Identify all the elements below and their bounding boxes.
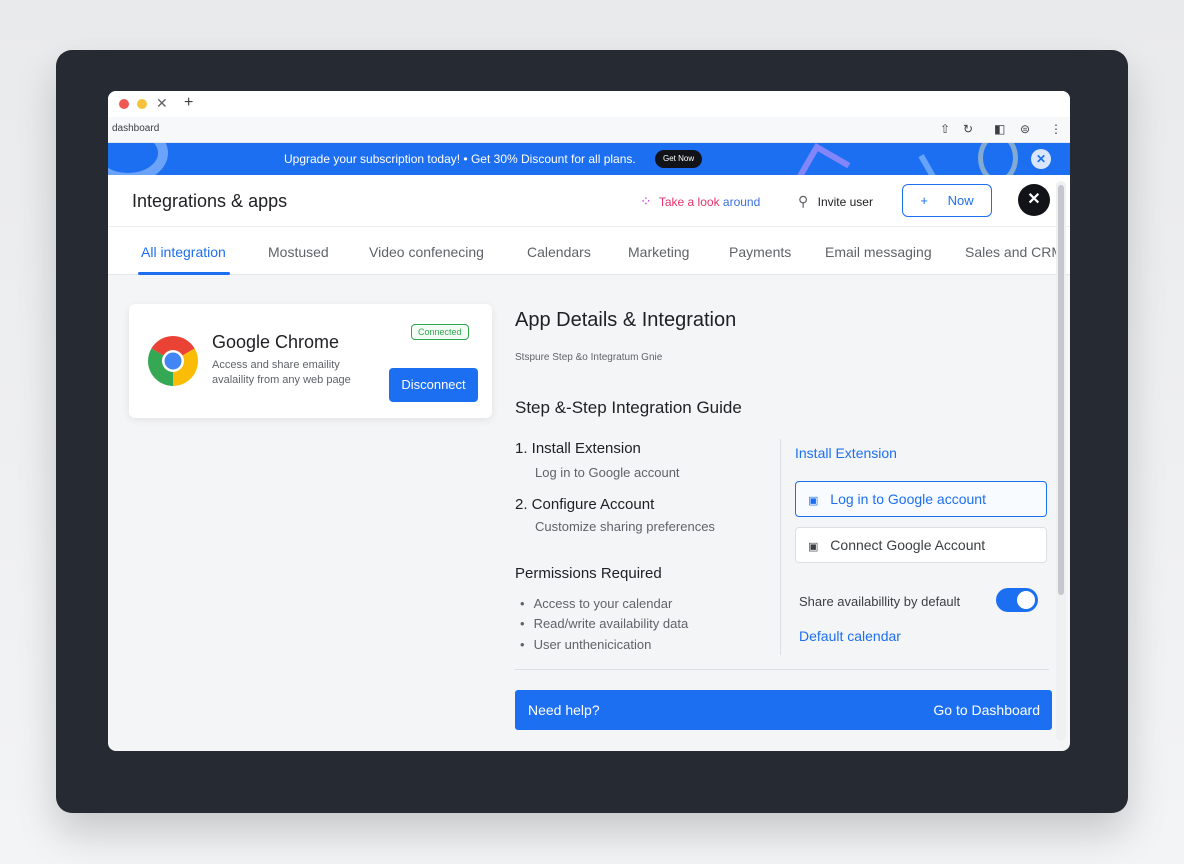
extensions-icon[interactable]: ⊜ — [1020, 121, 1030, 137]
permissions-title: Permissions Required — [515, 565, 662, 582]
invite-user-label: Invite user — [817, 195, 873, 209]
guide-title: Step &-Step Integration Guide — [515, 398, 742, 417]
disconnect-button[interactable]: Disconnect — [389, 368, 478, 402]
take-a-look-around-link[interactable]: ⁘ Take a look around — [640, 193, 760, 210]
status-badge: Connected — [411, 324, 469, 340]
share-availability-toggle[interactable] — [996, 588, 1038, 612]
tour-label-part2: around — [722, 195, 761, 209]
new-tab-icon[interactable]: + — [184, 94, 193, 112]
scrollbar-thumb[interactable] — [1058, 185, 1064, 595]
user-icon: ⚲ — [798, 193, 809, 209]
permission-item: • Access to your calendar — [520, 596, 673, 611]
permission-item: • User unthenicication — [520, 637, 652, 652]
app-name: Google Chrome — [212, 332, 340, 352]
step-1-title: 1. Install Extension — [515, 440, 641, 457]
banner-text: Upgrade your subscription today! • Get 3… — [284, 152, 636, 166]
tour-label-part1: Take a look — [658, 195, 720, 209]
tab-strip: ✕ + — [108, 91, 1070, 117]
banner-decoration — [785, 143, 851, 175]
details-title: App Details & Integration — [515, 309, 737, 331]
tab-calendars[interactable]: Calendars — [527, 244, 591, 260]
tab-payments[interactable]: Payments — [729, 244, 791, 260]
tab-email-messaging[interactable]: Email messaging — [825, 244, 932, 260]
close-icon[interactable]: ✕ — [1031, 149, 1051, 169]
horizontal-divider — [515, 669, 1049, 670]
vertical-divider — [780, 439, 781, 655]
banner-decoration — [918, 154, 944, 175]
step-2-title: 2. Configure Account — [515, 496, 655, 513]
login-google-label: Log in to Google account — [830, 491, 986, 507]
minimize-window-button[interactable] — [137, 99, 147, 109]
close-window-button[interactable] — [119, 99, 129, 109]
login-google-button[interactable]: ▣ Log in to Google account — [795, 481, 1047, 517]
banner-decoration — [108, 143, 168, 175]
category-tabs: All integration Mostused Video confeneci… — [108, 227, 1070, 275]
invite-user-button[interactable]: ⚲ Invite user — [798, 193, 873, 210]
details-subtitle: Stspure Step &o Integratum Gnie — [515, 352, 663, 363]
share-icon[interactable]: ⇧ — [940, 121, 950, 137]
menu-icon[interactable]: ⋮ — [1050, 121, 1062, 137]
need-help-link[interactable]: Need help? — [528, 702, 600, 718]
login-icon: ▣ — [808, 495, 819, 507]
new-button-label: Now — [947, 193, 974, 208]
connect-google-label: Connect Google Account — [830, 537, 986, 553]
page-header: Integrations & apps ⁘ Take a look around… — [108, 175, 1070, 227]
go-to-dashboard-link[interactable]: Go to Dashboard — [933, 702, 1040, 718]
toggle-knob — [1017, 591, 1035, 609]
tab-sales-and-crm[interactable]: Sales and CRM — [965, 244, 1063, 260]
close-tab-icon[interactable]: ✕ — [156, 95, 168, 111]
tab-video-conferencing[interactable]: Video confenecing — [369, 244, 484, 260]
promo-banner: Upgrade your subscription today! • Get 3… — [108, 143, 1070, 175]
step-2-desc: Customize sharing preferences — [535, 519, 715, 534]
plus-icon: + — [920, 193, 928, 208]
tab-marketing[interactable]: Marketing — [628, 244, 689, 260]
install-extension-link[interactable]: Install Extension — [795, 445, 897, 461]
default-calendar-link[interactable]: Default calendar — [799, 628, 901, 644]
refresh-icon[interactable]: ↻ — [963, 121, 973, 137]
connect-icon: ▣ — [808, 541, 819, 553]
get-now-button[interactable]: Get Now — [655, 150, 703, 168]
browser-window: ✕ + dashboard ⇧ ↻ ◧ ⊜ ⋮ Upgrade your sub… — [108, 91, 1070, 751]
tab-all-integration[interactable]: All integration — [141, 244, 226, 260]
sparkle-icon: ⁘ — [640, 193, 652, 209]
sidebar-icon[interactable]: ◧ — [994, 121, 1005, 137]
permission-text: Read/write availability data — [533, 616, 689, 631]
page-title: Integrations & apps — [132, 191, 288, 211]
app-description: Access and share emaility avalaility fro… — [212, 359, 351, 386]
banner-decoration — [978, 143, 1018, 175]
new-button[interactable]: + Now — [902, 184, 992, 217]
url-text[interactable]: dashboard — [112, 123, 159, 134]
step-1-desc: Log in to Google account — [535, 465, 680, 480]
permission-text: User unthenicication — [533, 637, 652, 652]
tab-mostused[interactable]: Mostused — [268, 244, 329, 260]
active-tab-indicator — [138, 272, 230, 275]
help-bar: Need help? Go to Dashboard — [515, 690, 1052, 730]
address-bar: dashboard ⇧ ↻ ◧ ⊜ ⋮ — [108, 117, 1070, 143]
permission-text: Access to your calendar — [533, 596, 673, 611]
scrollbar[interactable] — [1056, 181, 1066, 741]
chrome-logo-icon — [148, 336, 198, 386]
connect-google-button[interactable]: ▣ Connect Google Account — [795, 527, 1047, 563]
permission-item: • Read/write availability data — [520, 616, 689, 631]
brand-logo-icon[interactable]: ✕ — [1018, 184, 1050, 216]
share-availability-label: Share availabillity by default — [799, 594, 961, 609]
app-card-google-chrome[interactable]: Google Chrome Access and share emaility … — [129, 304, 492, 418]
